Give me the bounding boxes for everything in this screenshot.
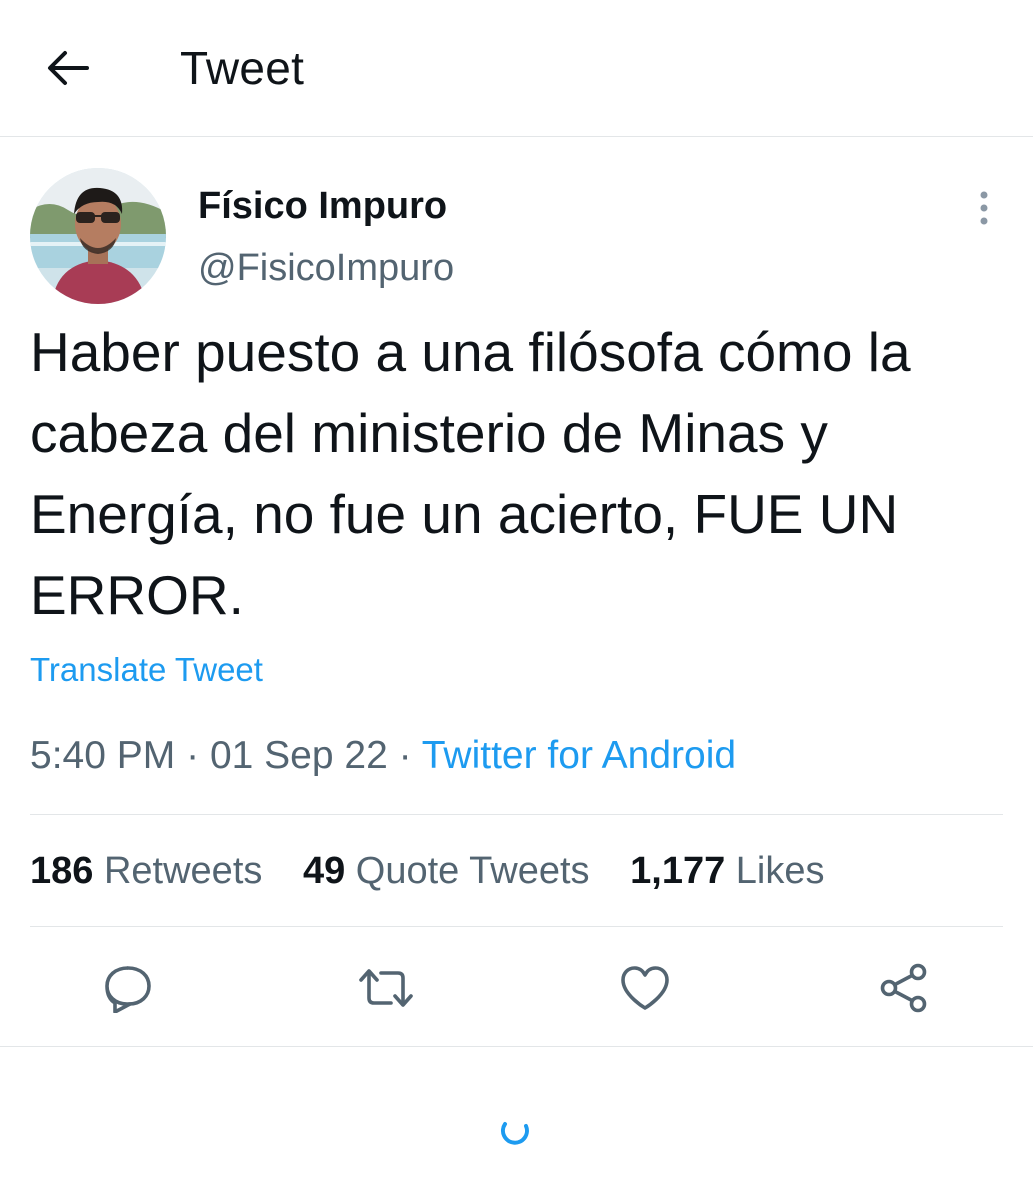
like-icon xyxy=(621,966,669,1010)
tweet-text: Haber puesto a una filósofa cómo la cabe… xyxy=(30,321,911,626)
back-button[interactable] xyxy=(36,40,100,96)
retweets-label: Retweets xyxy=(103,850,263,892)
reply-icon xyxy=(105,966,151,1013)
author-display-name[interactable]: Físico Impuro xyxy=(198,184,447,228)
retweets-stat[interactable]: 186 Retweets xyxy=(30,846,262,896)
quote-tweets-label: Quote Tweets xyxy=(355,850,590,892)
page-title: Tweet xyxy=(180,42,305,94)
author-handle[interactable]: @FisicoImpuro xyxy=(198,246,454,290)
divider xyxy=(30,926,1003,927)
retweet-icon xyxy=(359,969,413,1007)
likes-stat[interactable]: 1,177 Likes xyxy=(630,846,824,896)
engagement-stats: 186 Retweets 49 Quote Tweets 1,177 Likes xyxy=(30,846,825,896)
meta-separator: · xyxy=(186,734,200,777)
meta-separator: · xyxy=(398,734,412,777)
likes-count: 1,177 xyxy=(630,850,726,892)
retweets-count: 186 xyxy=(30,850,94,892)
reply-button[interactable] xyxy=(98,958,158,1018)
tweet-date[interactable]: 01 Sep 22 xyxy=(210,734,388,777)
top-bar: Tweet xyxy=(0,0,1033,137)
share-button[interactable] xyxy=(874,958,934,1018)
loading-spinner-icon xyxy=(495,1110,535,1150)
divider xyxy=(30,814,1003,815)
arrow-left-icon xyxy=(48,51,89,85)
like-button[interactable] xyxy=(615,958,675,1018)
more-vertical-icon xyxy=(980,191,988,225)
tweet-meta: 5:40 PM · 01 Sep 22 · Twitter for Androi… xyxy=(30,730,736,782)
divider xyxy=(0,1046,1033,1047)
quote-tweets-count: 49 xyxy=(302,850,346,892)
likes-label: Likes xyxy=(735,850,825,892)
tweet-source-link[interactable]: Twitter for Android xyxy=(422,734,736,777)
quote-tweets-stat[interactable]: 49 Quote Tweets xyxy=(303,846,590,896)
tweet-time[interactable]: 5:40 PM xyxy=(30,734,175,777)
avatar[interactable] xyxy=(30,168,166,304)
retweet-button[interactable] xyxy=(356,958,416,1018)
tweet-detail-page: Tweet Físico Impuro @FisicoImpuro Haber xyxy=(0,0,1033,1200)
more-options-button[interactable] xyxy=(966,186,1002,230)
share-icon xyxy=(880,963,927,1013)
avatar-image xyxy=(30,168,166,304)
translate-tweet-link[interactable]: Translate Tweet xyxy=(30,648,263,692)
